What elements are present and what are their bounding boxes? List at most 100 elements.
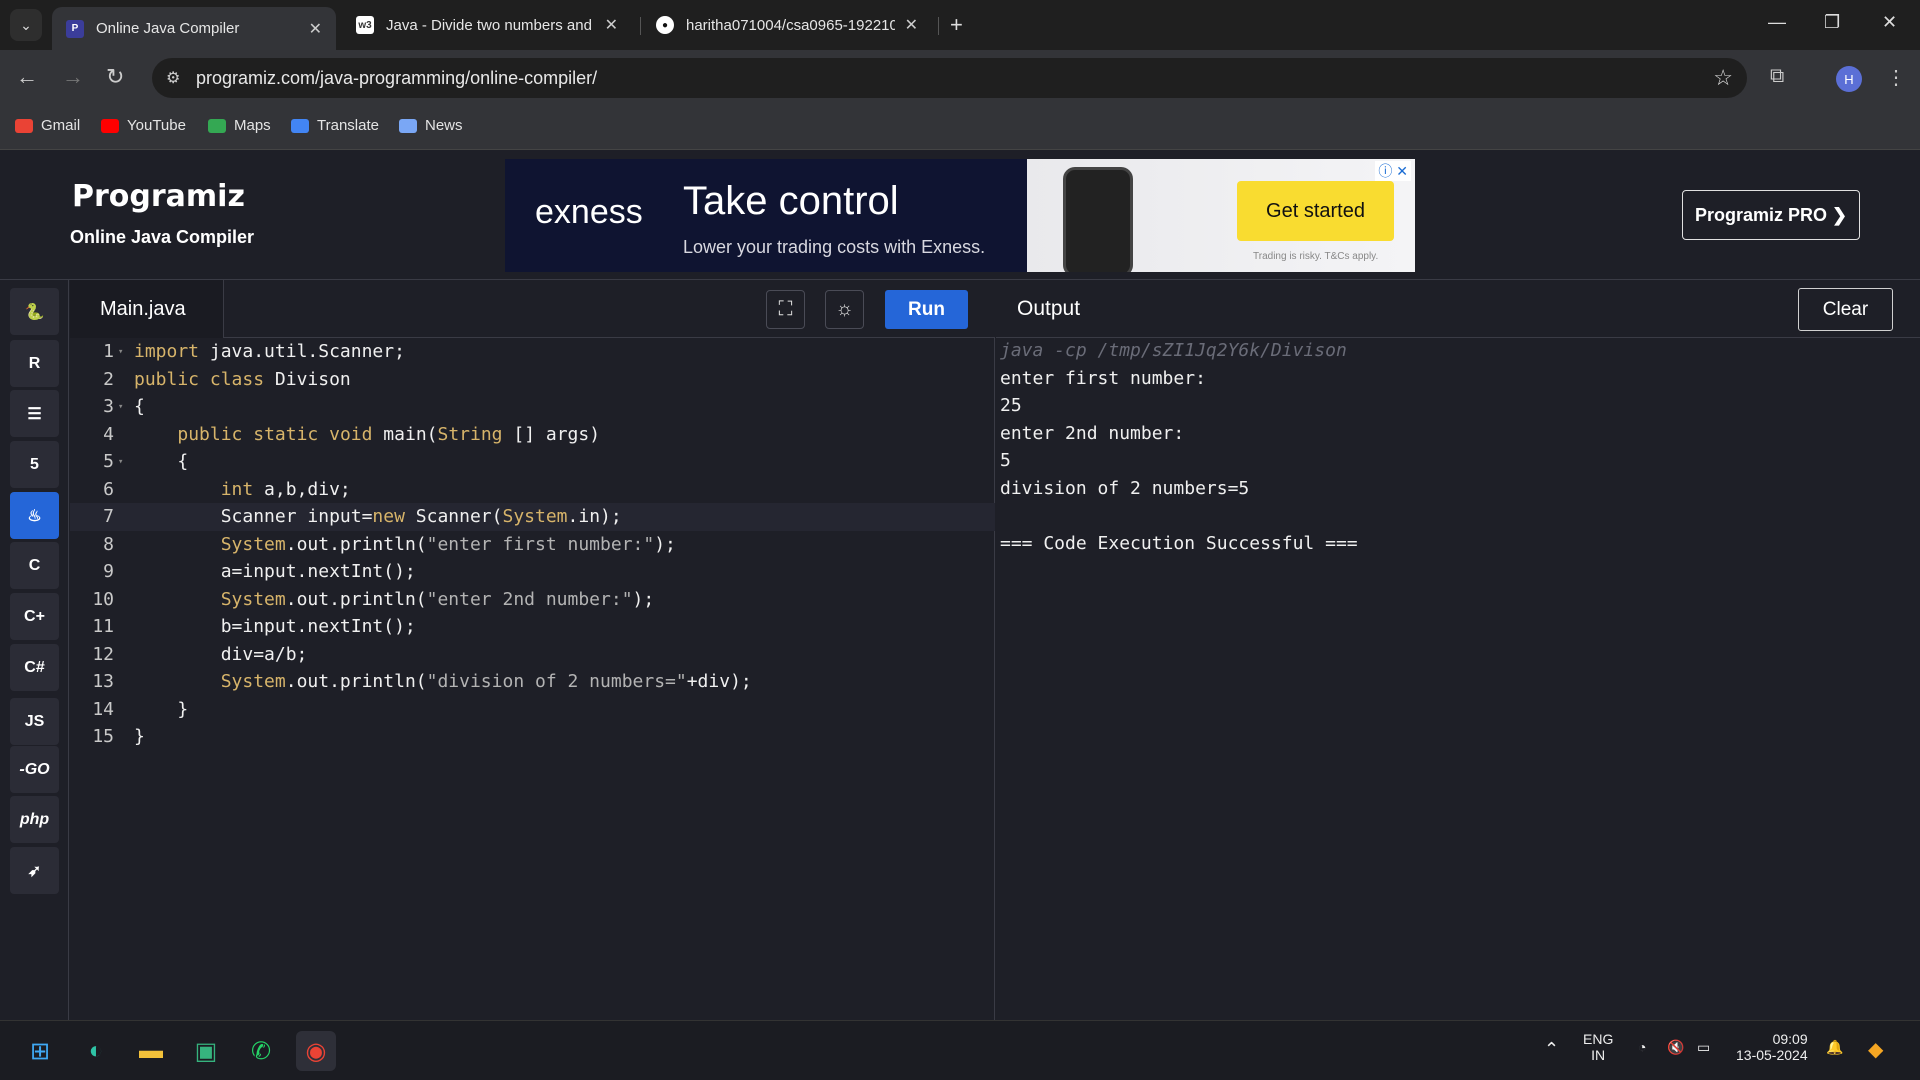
- copilot-icon[interactable]: ◆: [1868, 1037, 1883, 1062]
- code-line[interactable]: 10 System.out.println("enter 2nd number:…: [70, 586, 995, 614]
- python-icon[interactable]: 🐍: [10, 288, 59, 335]
- code-line[interactable]: 1 ▾ import java.util.Scanner;: [70, 338, 995, 366]
- line-number: 3: [103, 396, 114, 418]
- output-line: 5: [1000, 450, 1011, 471]
- programiz-pro-button[interactable]: Programiz PRO ❯: [1682, 190, 1860, 240]
- extensions-icon[interactable]: ⧉: [1770, 65, 1784, 88]
- programiz-logo[interactable]: Programiz: [72, 179, 245, 214]
- code-line[interactable]: 7 Scanner input=new Scanner(System.in);: [70, 503, 995, 531]
- url-text: programiz.com/java-programming/online-co…: [196, 67, 598, 88]
- bookmark-label: Maps: [234, 117, 271, 134]
- output-line: enter first number:: [1000, 367, 1206, 389]
- php-icon[interactable]: php: [10, 796, 59, 843]
- code-line[interactable]: 15}: [70, 723, 995, 751]
- code-line[interactable]: 2 public class Divison: [70, 366, 995, 394]
- clock[interactable]: 09:09 13-05-2024: [1736, 1031, 1808, 1063]
- code-line[interactable]: 11 b=input.nextInt();: [70, 613, 995, 641]
- ad-cta-button[interactable]: Get started: [1237, 181, 1394, 241]
- go-icon[interactable]: -GO: [10, 746, 59, 793]
- csharp-icon[interactable]: C#: [10, 644, 59, 691]
- fold-toggle-icon[interactable]: ▾: [118, 402, 132, 412]
- file-explorer-icon[interactable]: ▬: [131, 1031, 171, 1071]
- code-line[interactable]: 12 div=a/b;: [70, 641, 995, 669]
- code-text: div=a/b;: [134, 643, 308, 665]
- output-panel[interactable]: java -cp /tmp/sZI1Jq2Y6k/Divison enter fi…: [996, 338, 1920, 1020]
- swift-icon[interactable]: ➶: [10, 847, 59, 894]
- edge-icon[interactable]: ◐: [76, 1031, 116, 1071]
- code-text: }: [134, 698, 189, 720]
- cpp-icon[interactable]: C+: [10, 593, 59, 640]
- volume-muted-icon[interactable]: 🔇: [1667, 1039, 1684, 1056]
- restore-icon[interactable]: ❐: [1824, 12, 1840, 33]
- tab-github[interactable]: ● haritha071004/csa0965-192210 ✕: [642, 7, 932, 43]
- reload-icon[interactable]: ↻: [106, 64, 124, 90]
- new-tab-icon[interactable]: +: [950, 12, 963, 38]
- line-number: 15: [92, 726, 114, 748]
- close-icon[interactable]: ✕: [605, 15, 618, 35]
- profile-avatar[interactable]: H: [1836, 66, 1862, 92]
- tab-search-icon[interactable]: ⌄: [10, 9, 42, 41]
- bookmark-gmail[interactable]: Gmail: [15, 117, 80, 134]
- ad-brand: exness: [535, 193, 643, 231]
- address-bar[interactable]: ⚙ programiz.com/java-programming/online-…: [152, 58, 1747, 98]
- line-number: 13: [92, 671, 114, 693]
- code-line[interactable]: 9 a=input.nextInt();: [70, 558, 995, 586]
- bookmark-star-icon[interactable]: ☆: [1713, 65, 1733, 91]
- bookmark-label: News: [425, 117, 463, 134]
- wifi-icon[interactable]: ◔: [1638, 1039, 1646, 1055]
- theme-toggle-icon[interactable]: ☼: [825, 290, 864, 329]
- output-line: enter 2nd number:: [1000, 422, 1185, 444]
- advertisement-banner[interactable]: exness Take control Lower your trading c…: [505, 159, 1415, 272]
- forward-icon[interactable]: →: [62, 64, 84, 90]
- minimize-icon[interactable]: —: [1768, 12, 1786, 33]
- file-tab-main-java[interactable]: Main.java: [70, 280, 224, 338]
- bookmark-maps[interactable]: Maps: [208, 117, 271, 134]
- sql-database-icon[interactable]: ☰: [10, 390, 59, 437]
- site-info-icon[interactable]: ⚙: [166, 68, 180, 88]
- bookmark-youtube[interactable]: YouTube: [101, 117, 186, 134]
- close-icon[interactable]: ✕: [309, 19, 322, 39]
- html5-icon[interactable]: 5: [10, 441, 59, 488]
- bookmark-translate[interactable]: Translate: [291, 117, 379, 134]
- tray-overflow-icon[interactable]: ⌃: [1544, 1039, 1559, 1060]
- ad-close-icon[interactable]: ⓘ ✕: [1375, 161, 1411, 181]
- output-header: Output Clear: [996, 280, 1920, 338]
- fullscreen-icon[interactable]: ⛶: [766, 290, 805, 329]
- window-close-icon[interactable]: ✕: [1882, 12, 1897, 33]
- output-line: division of 2 numbers=5: [1000, 477, 1250, 499]
- code-line[interactable]: 4 public static void main(String [] args…: [70, 421, 995, 449]
- javascript-icon[interactable]: JS: [10, 698, 59, 745]
- whatsapp-icon[interactable]: ✆: [241, 1031, 281, 1071]
- chrome-icon[interactable]: ◉: [296, 1031, 336, 1071]
- fold-toggle-icon[interactable]: ▾: [118, 347, 132, 357]
- code-text: }: [134, 726, 145, 748]
- notification-bell-icon[interactable]: 🔔: [1826, 1039, 1843, 1056]
- fold-toggle-icon[interactable]: ▾: [118, 457, 132, 467]
- bookmark-news[interactable]: News: [399, 117, 463, 134]
- code-line[interactable]: 8 System.out.println("enter first number…: [70, 531, 995, 559]
- line-number: 9: [103, 561, 114, 583]
- close-icon[interactable]: ✕: [905, 15, 918, 35]
- code-line[interactable]: 13 System.out.println("division of 2 num…: [70, 668, 995, 696]
- code-line[interactable]: 6 int a,b,div;: [70, 476, 995, 504]
- code-line[interactable]: 14 }: [70, 696, 995, 724]
- battery-icon[interactable]: ▭: [1697, 1039, 1710, 1056]
- run-button[interactable]: Run: [885, 290, 968, 329]
- java-icon[interactable]: ♨: [10, 492, 59, 539]
- clear-button[interactable]: Clear: [1798, 288, 1893, 331]
- code-line[interactable]: 3 ▾{: [70, 393, 995, 421]
- tab-online-java-compiler[interactable]: P Online Java Compiler ✕: [52, 7, 336, 50]
- tab-java-divide[interactable]: w3 Java - Divide two numbers and ✕: [342, 7, 632, 43]
- language-indicator[interactable]: ENG IN: [1583, 1031, 1613, 1063]
- code-editor[interactable]: 1 ▾ import java.util.Scanner; 2 public class…: [70, 338, 995, 1020]
- windows-start-icon[interactable]: ⊞: [20, 1031, 60, 1071]
- line-number: 8: [103, 533, 114, 555]
- back-icon[interactable]: ←: [16, 64, 38, 90]
- classroom-icon[interactable]: ▣: [186, 1031, 226, 1071]
- tab-title: Java - Divide two numbers and: [386, 16, 592, 34]
- c-icon[interactable]: C: [10, 542, 59, 589]
- code-line[interactable]: 5 ▾ {: [70, 448, 995, 476]
- menu-icon[interactable]: ⋮: [1886, 65, 1906, 90]
- ad-title: Take control: [683, 179, 899, 223]
- r-icon[interactable]: R: [10, 340, 59, 387]
